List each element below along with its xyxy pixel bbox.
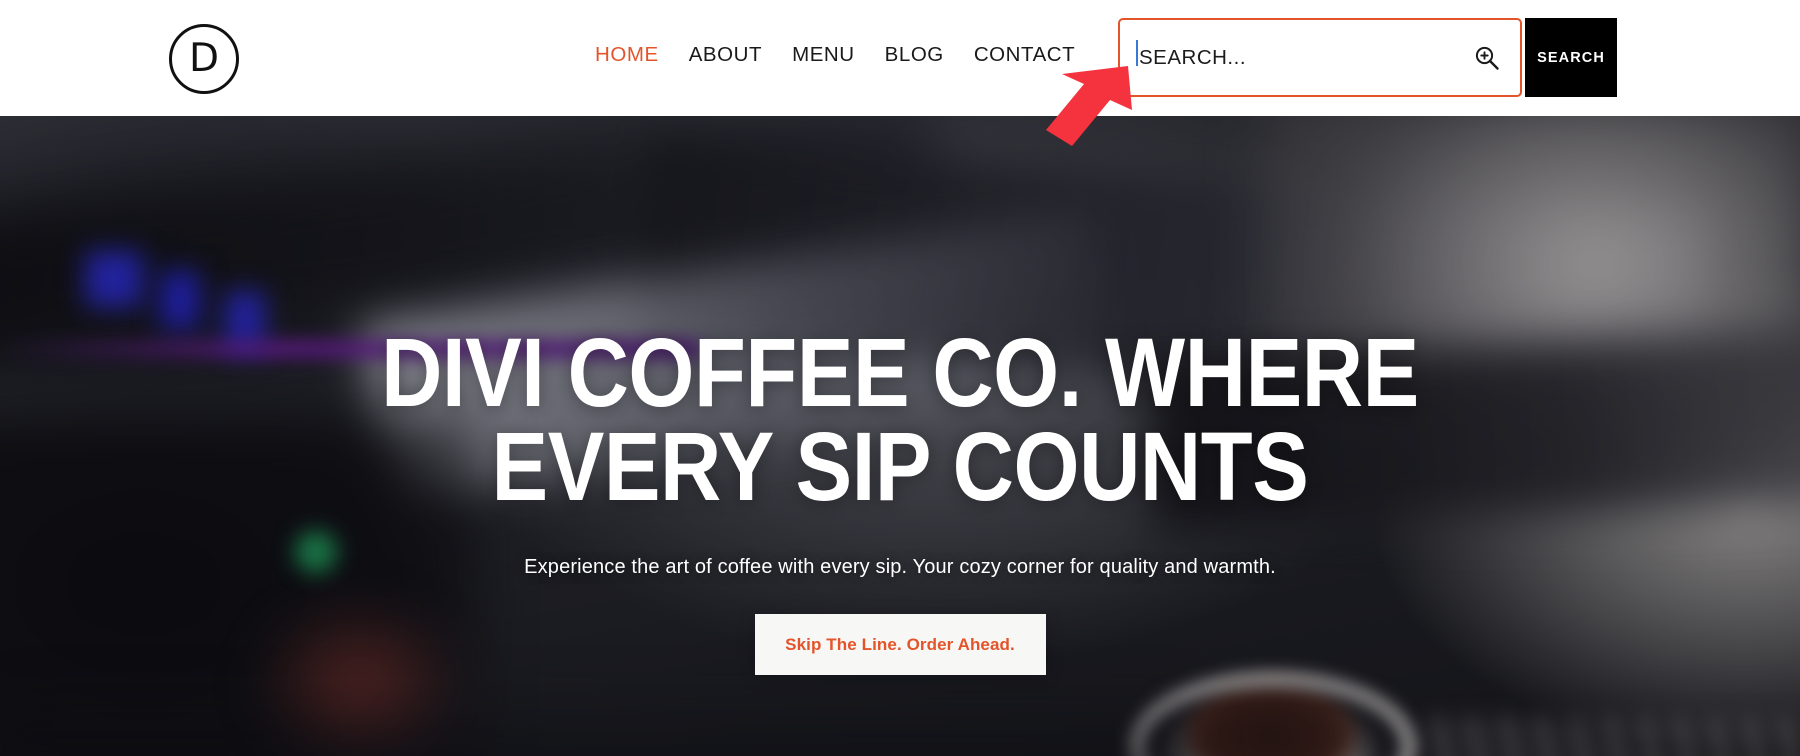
search-submit-button[interactable]: SEARCH (1525, 18, 1617, 97)
nav-item-menu[interactable]: MENU (792, 43, 879, 67)
hero-title-line-2: EVERY SIP COUNTS (491, 412, 1309, 522)
nav-item-contact[interactable]: CONTACT (974, 43, 1075, 67)
site-logo[interactable]: D (168, 23, 240, 95)
logo-circle-icon: D (169, 24, 239, 94)
nav-item-about[interactable]: ABOUT (689, 43, 786, 67)
hero-subtitle: Experience the art of coffee with every … (524, 556, 1276, 579)
site-header: D HOME ABOUT MENU BLOG CONTACT SEARCH... (0, 0, 1800, 116)
hero-title-line-1: DIVI COFFEE CO. WHERE (381, 318, 1419, 427)
search-form: SEARCH... SEARCH (1118, 18, 1617, 97)
search-placeholder: SEARCH... (1139, 45, 1247, 69)
page-root: D HOME ABOUT MENU BLOG CONTACT SEARCH... (0, 0, 1800, 756)
primary-navigation: HOME ABOUT MENU BLOG CONTACT (595, 43, 1075, 67)
hero-section: DIVI COFFEE CO. WHERE EVERY SIP COUNTS E… (0, 116, 1800, 756)
hero-title: DIVI COFFEE CO. WHERE EVERY SIP COUNTS (381, 324, 1419, 515)
hero-content: DIVI COFFEE CO. WHERE EVERY SIP COUNTS E… (0, 116, 1800, 756)
search-submit-label: SEARCH (1537, 49, 1605, 66)
nav-item-blog[interactable]: BLOG (885, 43, 968, 67)
nav-item-home[interactable]: HOME (595, 43, 683, 67)
search-input[interactable]: SEARCH... (1118, 18, 1522, 97)
order-ahead-button[interactable]: Skip The Line. Order Ahead. (754, 614, 1046, 676)
order-ahead-label: Skip The Line. Order Ahead. (785, 634, 1015, 654)
text-caret (1136, 40, 1138, 66)
logo-letter: D (188, 35, 220, 81)
magnifier-plus-icon[interactable] (1474, 45, 1500, 71)
